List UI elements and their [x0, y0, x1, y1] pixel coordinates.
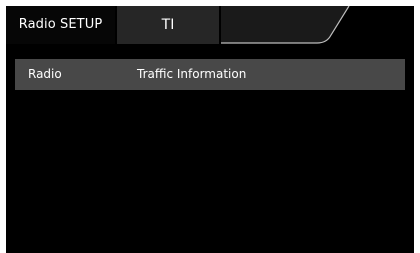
- list-item-label: Traffic Information: [137, 67, 247, 81]
- header-bar: Radio SETUP TI: [6, 6, 414, 44]
- header-divider-graphic: [221, 6, 350, 44]
- setup-list: Radio Traffic Information: [15, 59, 405, 90]
- tab-ti[interactable]: TI: [117, 6, 219, 44]
- list-item-traffic-information[interactable]: Radio Traffic Information: [15, 59, 405, 90]
- radio-setup-screen: Radio SETUP TI Radio Traffic Information: [6, 6, 414, 253]
- list-item-category: Radio: [28, 67, 62, 81]
- screen-title: Radio SETUP: [6, 6, 115, 44]
